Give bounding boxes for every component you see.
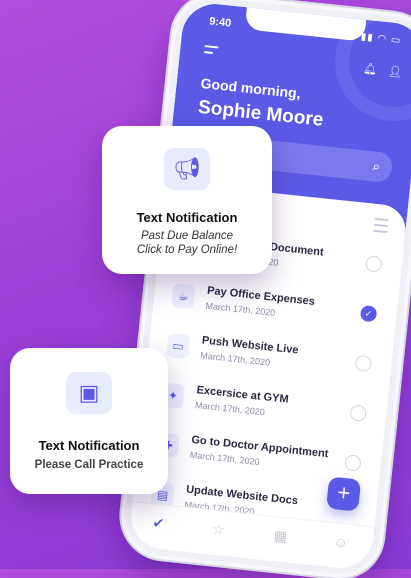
monitor-icon: ▭ xyxy=(165,332,191,360)
notification-title: Text Notification xyxy=(136,210,238,225)
notification-card-call[interactable]: ▣ Text Notification Please Call Practice xyxy=(10,348,168,494)
add-task-button[interactable]: + xyxy=(326,476,362,512)
task-title: Document xyxy=(269,241,325,259)
notification-line: Please Call Practice xyxy=(34,459,144,471)
filter-icon[interactable] xyxy=(373,217,389,237)
notification-title: Text Notification xyxy=(38,438,140,453)
bell-icon[interactable]: 🔔︎ xyxy=(363,63,378,76)
menu-icon[interactable] xyxy=(203,45,219,58)
task-date: March 17th, 2020 xyxy=(199,350,271,368)
phone-mockup: 9:40 ▮▮ ◠ ▭ 🔔︎ 👤︎ Good morning, Sophie M… xyxy=(121,0,411,578)
check-circle-icon[interactable]: ✔︎ xyxy=(152,514,165,532)
status-time: 9:40 xyxy=(208,15,232,30)
calendar-icon[interactable]: ▦ xyxy=(273,527,288,545)
user-icon[interactable]: 👤︎ xyxy=(387,65,402,78)
task-date: March 17th, 2020 xyxy=(189,449,261,468)
browser-window-icon: ▣ xyxy=(66,372,112,414)
profile-icon[interactable]: ☺︎ xyxy=(333,533,349,550)
task-checkbox[interactable] xyxy=(349,404,367,422)
task-checkbox-checked[interactable]: ✓ xyxy=(359,304,378,323)
cup-icon: ☕︎ xyxy=(171,283,196,310)
task-date: March 17th, 2020 xyxy=(205,300,276,318)
star-icon[interactable]: ☆ xyxy=(211,521,225,539)
notification-card-balance[interactable]: 📢︎ Text Notification Past Due Balance Cl… xyxy=(102,126,272,274)
task-date: March 17th, 2020 xyxy=(194,400,266,418)
task-checkbox[interactable] xyxy=(354,354,373,373)
phone-screen: 9:40 ▮▮ ◠ ▭ 🔔︎ 👤︎ Good morning, Sophie M… xyxy=(128,0,411,572)
megaphone-icon: 📢︎ xyxy=(164,148,210,190)
search-icon[interactable]: ⌕ xyxy=(372,158,381,175)
task-checkbox[interactable] xyxy=(365,255,383,273)
notification-line: Click to Pay Online! xyxy=(136,244,238,256)
notification-line: Past Due Balance xyxy=(140,230,234,242)
greeting-text: Good morning, xyxy=(199,74,302,102)
phone-notch xyxy=(244,7,366,42)
task-checkbox[interactable] xyxy=(344,454,362,472)
